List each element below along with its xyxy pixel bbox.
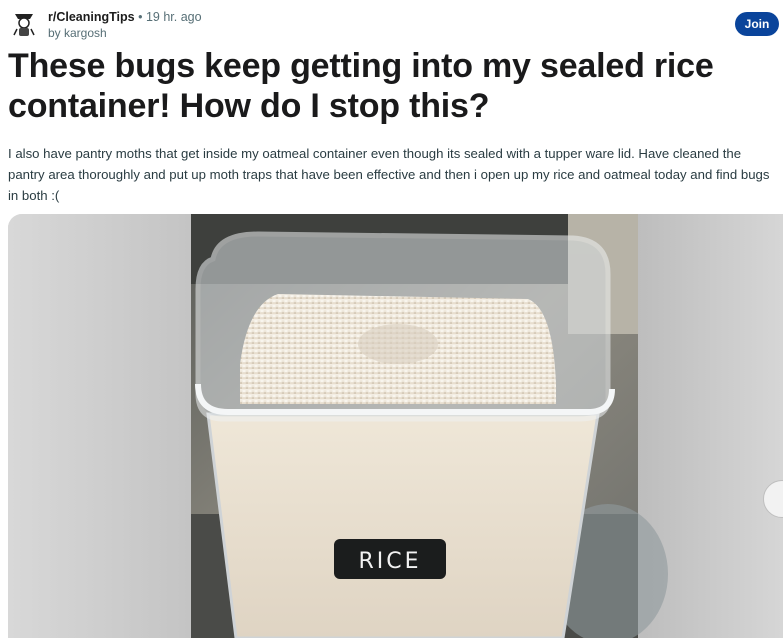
subreddit-link[interactable]: r/CleaningTips	[48, 10, 135, 24]
post-image[interactable]: RICE	[8, 214, 783, 638]
subreddit-avatar-icon[interactable]	[8, 8, 40, 40]
rice-label-text: RICE	[358, 549, 421, 574]
image-blur-left	[8, 214, 191, 638]
post-header: r/CleaningTips • 19 hr. ago by kargosh J…	[8, 6, 783, 42]
meta-separator: •	[138, 10, 143, 24]
post-title: These bugs keep getting into my sealed r…	[8, 47, 714, 125]
post-body: I also have pantry moths that get inside…	[8, 146, 770, 203]
author-link[interactable]: by kargosh	[48, 25, 202, 41]
post-timestamp: 19 hr. ago	[145, 10, 202, 24]
post-meta: r/CleaningTips • 19 hr. ago by kargosh	[48, 9, 202, 41]
join-button[interactable]: Join	[735, 12, 779, 36]
